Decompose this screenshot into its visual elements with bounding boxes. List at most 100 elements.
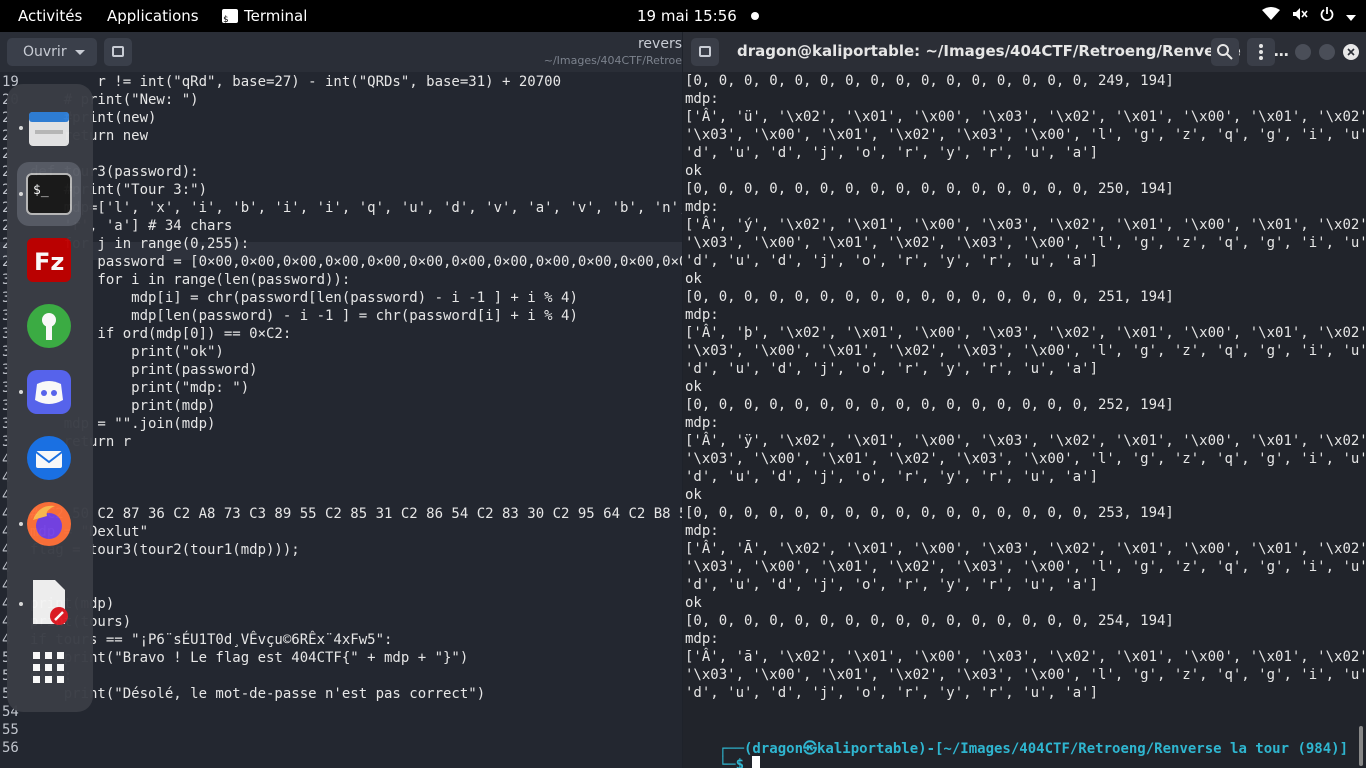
code-line: print("Bravo ! Le flag est 404CTF{" + md… (30, 650, 469, 666)
output-line: ['Â', 'ü', '\x02', '\x01', '\x00', '\x03… (685, 109, 1366, 125)
power-icon (1320, 7, 1334, 25)
chevron-down-icon (1346, 7, 1356, 25)
output-line: [0, 0, 0, 0, 0, 0, 0, 0, 0, 0, 0, 0, 0, … (685, 505, 1174, 521)
scrollbar[interactable] (1359, 726, 1363, 766)
output-line: 'd', 'u', 'd', 'j', 'o', 'r', 'y', 'r', … (685, 145, 1099, 161)
output-line: ok (685, 271, 702, 287)
running-indicator (19, 390, 23, 394)
filezilla-icon[interactable]: Fz (25, 236, 73, 284)
running-indicator (19, 602, 23, 606)
new-tab-button[interactable] (691, 38, 719, 66)
wifi-icon (1262, 7, 1280, 25)
text-cursor (752, 756, 761, 768)
editor-path: ~/Images/404CTF/Retroe (543, 54, 682, 67)
thunderbird-icon[interactable] (25, 434, 73, 482)
code-line: print("Désolé, le mot-de-passe n'est pas… (30, 686, 486, 702)
prompt-symbol: └─$ (718, 757, 753, 768)
open-button-label: Ouvrir (23, 44, 67, 60)
line-number: 56 (2, 740, 19, 756)
output-line: ['Â', 'þ', '\x02', '\x01', '\x00', '\x03… (685, 325, 1366, 341)
search-icon (1217, 44, 1233, 60)
running-indicator (19, 522, 23, 526)
output-line: 'd', 'u', 'd', 'j', 'o', 'r', 'y', 'r', … (685, 577, 1099, 593)
output-line: '\x03', '\x00', '\x01', '\x02', '\x03', … (685, 559, 1366, 575)
keepassxc-icon[interactable] (25, 302, 73, 350)
output-line: mdp: (685, 199, 719, 215)
text-editor-window: Ouvrir revers ~/Images/404CTF/Retroe 19 … (0, 32, 682, 768)
minimize-button[interactable] (1295, 44, 1311, 60)
running-indicator (19, 126, 23, 130)
svg-text:Fz: Fz (34, 248, 64, 276)
output-line: 'd', 'u', 'd', 'j', 'o', 'r', 'y', 'r', … (685, 253, 1099, 269)
terminal-output[interactable]: [0, 0, 0, 0, 0, 0, 0, 0, 0, 0, 0, 0, 0, … (685, 72, 1366, 702)
output-line: 'd', 'u', 'd', 'j', 'o', 'r', 'y', 'r', … (685, 361, 1099, 377)
code-line: r != int("qRd", base=27) - int("QRDs", b… (30, 74, 562, 90)
output-line: mdp: (685, 91, 719, 107)
top-bar: Activités Applications Terminal 19 mai 1… (0, 0, 1366, 36)
output-line: '\x03', '\x00', '\x01', '\x02', '\x03', … (685, 235, 1366, 251)
editor-title: revers (637, 36, 682, 52)
close-icon (1347, 48, 1355, 56)
output-line: ['Â', 'Ā', '\x02', '\x01', '\x00', '\x03… (685, 541, 1366, 557)
svg-text:$_: $_ (33, 183, 49, 198)
open-button[interactable]: Ouvrir (7, 38, 97, 66)
code-line: # C2 50 C2 87 36 C2 A8 73 C3 89 55 C2 85… (30, 506, 682, 522)
output-line: '\x03', '\x00', '\x01', '\x02', '\x03', … (685, 667, 1366, 683)
code-line: mdp[i] = chr(password[len(password) - i … (30, 290, 578, 306)
code-line: password = [0×00,0×00,0×00,0×00,0×00,0×0… (30, 254, 682, 270)
clock[interactable]: 19 mai 15:56 (637, 0, 737, 32)
line-number: 55 (2, 722, 19, 738)
discord-icon[interactable] (25, 368, 73, 416)
output-line: ok (685, 379, 702, 395)
text-editor-icon[interactable] (25, 578, 73, 626)
output-line: '\x03', '\x00', '\x01', '\x02', '\x03', … (685, 343, 1366, 359)
output-line: '\x03', '\x00', '\x01', '\x02', '\x03', … (685, 451, 1366, 467)
terminal-headerbar: dragon@kaliportable: ~/Images/404CTF/Ret… (683, 32, 1366, 72)
output-line: [0, 0, 0, 0, 0, 0, 0, 0, 0, 0, 0, 0, 0, … (685, 181, 1174, 197)
kebab-menu-icon (1259, 44, 1263, 60)
activities-button[interactable]: Activités (18, 0, 82, 32)
output-line: ok (685, 487, 702, 503)
applications-menu[interactable]: Applications (107, 0, 199, 32)
new-document-button[interactable] (104, 38, 132, 66)
output-line: mdp: (685, 523, 719, 539)
output-line: [0, 0, 0, 0, 0, 0, 0, 0, 0, 0, 0, 0, 0, … (685, 73, 1174, 89)
app-menu-label: Terminal (244, 7, 308, 25)
menu-button[interactable] (1247, 38, 1275, 66)
output-line: ['Â', 'ÿ', '\x02', '\x01', '\x00', '\x03… (685, 433, 1366, 449)
chevron-down-icon (75, 50, 85, 55)
terminal-window: dragon@kaliportable: ~/Images/404CTF/Ret… (683, 32, 1366, 768)
new-tab-icon (112, 46, 124, 57)
output-line: '\x03', '\x00', '\x01', '\x02', '\x03', … (685, 127, 1366, 143)
prompt-line: ┌──(dragon㉿kaliportable)-[~/Images/404CT… (685, 722, 1348, 768)
notification-dot-icon (751, 12, 759, 20)
output-line: ok (685, 595, 702, 611)
output-line: 'd', 'u', 'd', 'j', 'o', 'r', 'y', 'r', … (685, 685, 1099, 701)
firefox-icon[interactable] (25, 500, 73, 548)
dock: $_ Fz (7, 84, 93, 712)
output-line: 'd', 'u', 'd', 'j', 'o', 'r', 'y', 'r', … (685, 469, 1099, 485)
prompt-text: ┌──(dragon㉿kaliportable)-[~/Images/404CT… (718, 741, 1349, 757)
new-tab-icon (699, 46, 711, 57)
system-tray[interactable] (1262, 0, 1356, 32)
output-line: [0, 0, 0, 0, 0, 0, 0, 0, 0, 0, 0, 0, 0, … (685, 613, 1174, 629)
output-line: mdp: (685, 415, 719, 431)
command-line[interactable]: └─$ (685, 740, 761, 768)
output-line: ['Â', 'ā', '\x02', '\x01', '\x00', '\x03… (685, 649, 1366, 665)
files-icon[interactable] (25, 104, 73, 152)
code-line: mdp=['l', 'x', 'i', 'b', 'i', 'i', 'q', … (30, 200, 682, 216)
output-line: ok (685, 163, 702, 179)
search-button[interactable] (1211, 38, 1239, 66)
close-button[interactable] (1343, 44, 1359, 60)
maximize-button[interactable] (1319, 44, 1335, 60)
terminal-title: dragon@kaliportable: ~/Images/404CTF/Ret… (737, 42, 1289, 60)
output-line: [0, 0, 0, 0, 0, 0, 0, 0, 0, 0, 0, 0, 0, … (685, 289, 1174, 305)
app-grid-icon[interactable] (25, 644, 73, 692)
running-indicator (19, 192, 23, 196)
app-menu-terminal[interactable]: Terminal (222, 0, 308, 36)
terminal-icon (222, 4, 238, 36)
terminal-icon[interactable]: $_ (25, 170, 73, 218)
output-line: mdp: (685, 631, 719, 647)
output-line: ['Â', 'ý', '\x02', '\x01', '\x00', '\x03… (685, 217, 1366, 233)
code-line: mdp[len(password) - i -1 ] = chr(passwor… (30, 308, 578, 324)
